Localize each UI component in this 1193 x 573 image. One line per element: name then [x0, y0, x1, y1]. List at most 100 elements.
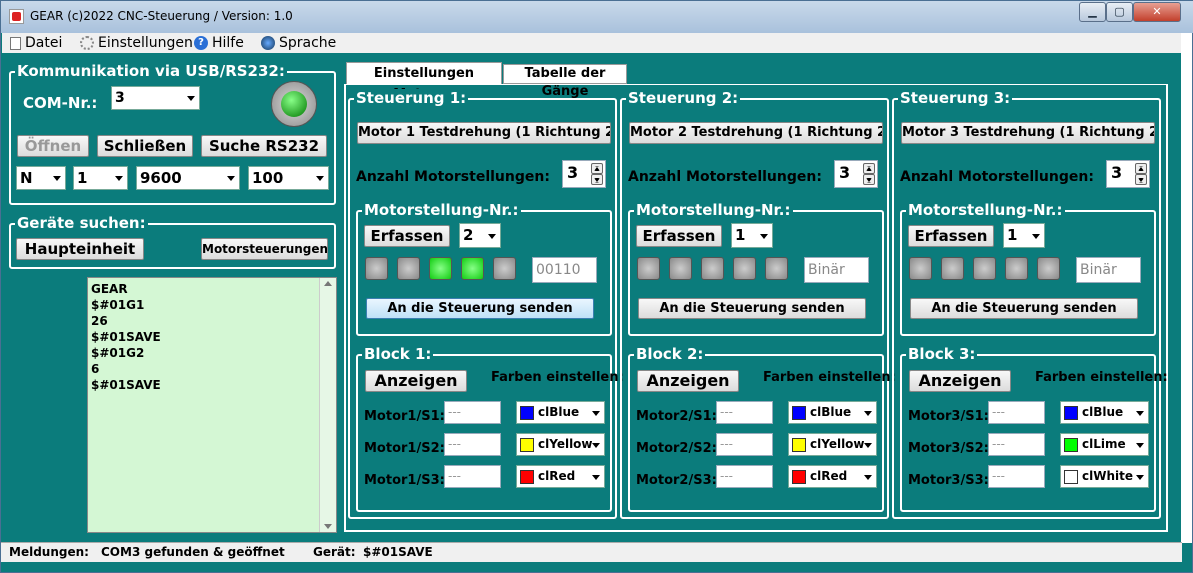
menu-einstellungen[interactable]: Einstellungen — [80, 35, 193, 51]
bit-led-4[interactable] — [461, 257, 484, 280]
anzeigen-button[interactable]: Anzeigen — [637, 370, 739, 392]
chevron-down-icon — [592, 474, 600, 480]
spin-down-icon[interactable] — [1135, 174, 1147, 185]
bit-led-3[interactable] — [973, 257, 996, 280]
spin-up-icon[interactable] — [863, 163, 875, 174]
motor-slot-input[interactable]: --- — [988, 401, 1045, 424]
parity-select[interactable]: N — [16, 166, 66, 190]
test-rotation-button[interactable]: Motor 2 Testdrehung (1 Richtung 2) — [629, 122, 883, 144]
color-select[interactable]: clRed — [788, 465, 877, 488]
binary-field[interactable]: 00110 — [532, 257, 597, 283]
spinner-arrows[interactable] — [591, 163, 603, 185]
motor-slot-input[interactable]: --- — [444, 465, 501, 488]
motor-slot-input[interactable]: --- — [716, 401, 773, 424]
comm-title: Kommunikation via USB/RS232: — [15, 62, 287, 80]
status-meld-value: COM3 gefunden & geöffnet — [101, 545, 285, 559]
bit-led-5[interactable] — [493, 257, 516, 280]
motor-slot-input[interactable]: --- — [716, 465, 773, 488]
com-select[interactable]: 3 — [111, 86, 200, 110]
memo-line: 6 — [91, 362, 100, 376]
bit-led-5[interactable] — [765, 257, 788, 280]
anzeigen-button[interactable]: Anzeigen — [365, 370, 467, 392]
spinner-arrows[interactable] — [1135, 163, 1147, 185]
tab-tabelle-gaenge[interactable]: Tabelle der Gänge — [503, 64, 627, 99]
close-port-button[interactable]: Schließen — [97, 135, 193, 157]
color-select[interactable]: clWhite — [1060, 465, 1149, 488]
baud-select[interactable]: 9600 — [136, 166, 240, 190]
bit-led-2[interactable] — [669, 257, 692, 280]
motor-slot-input[interactable]: --- — [444, 401, 501, 424]
color-select[interactable]: clBlue — [788, 401, 877, 424]
maximize-button[interactable]: ▢ — [1106, 2, 1133, 22]
chevron-down-icon — [316, 176, 324, 181]
spinner-value: 3 — [567, 163, 579, 182]
memo-line: $#01SAVE — [91, 330, 161, 344]
color-select[interactable]: clYellow — [516, 433, 605, 456]
spin-up-icon[interactable] — [591, 163, 603, 174]
anzahl-spinner[interactable]: 3 — [1106, 160, 1150, 188]
open-button[interactable]: Öffnen — [17, 135, 89, 157]
close-button[interactable]: ✕ — [1133, 2, 1181, 22]
bit-led-3[interactable] — [701, 257, 724, 280]
stopbits-select[interactable]: 1 — [73, 166, 128, 190]
memo-line: $#01SAVE — [91, 378, 161, 392]
stellung-select[interactable]: 1 — [1003, 223, 1045, 248]
spin-up-icon[interactable] — [1135, 163, 1147, 174]
stellung-select[interactable]: 2 — [459, 223, 501, 248]
color-select[interactable]: clYellow — [788, 433, 877, 456]
tab-einstellungen-motoren[interactable]: Einstellungen Motoren — [346, 62, 502, 102]
send-button[interactable]: An die Steuerung senden — [366, 298, 594, 319]
memo-scrollbar[interactable] — [319, 278, 336, 532]
erfassen-button[interactable]: Erfassen — [908, 225, 994, 247]
color-select[interactable]: clBlue — [1060, 401, 1149, 424]
globe-icon — [261, 36, 275, 50]
binary-field[interactable]: Binär — [1076, 257, 1141, 283]
memo-line: $#01G2 — [91, 346, 145, 360]
motor-slot-input[interactable]: --- — [444, 433, 501, 456]
color-select[interactable]: clRed — [516, 465, 605, 488]
bit-led-3[interactable] — [429, 257, 452, 280]
bit-led-1[interactable] — [909, 257, 932, 280]
spin-down-icon[interactable] — [591, 174, 603, 185]
send-button[interactable]: An die Steuerung senden — [910, 298, 1138, 319]
timeout-select[interactable]: 100 — [248, 166, 329, 190]
spin-down-icon[interactable] — [863, 174, 875, 185]
minimize-button[interactable]: ▁ — [1079, 2, 1106, 22]
test-rotation-button[interactable]: Motor 1 Testdrehung (1 Richtung 2) — [357, 122, 611, 144]
color-select[interactable]: clLime — [1060, 433, 1149, 456]
gear-icon — [80, 36, 94, 50]
bit-led-2[interactable] — [941, 257, 964, 280]
bit-led-4[interactable] — [733, 257, 756, 280]
bit-led-5[interactable] — [1037, 257, 1060, 280]
erfassen-button[interactable]: Erfassen — [636, 225, 722, 247]
scroll-up-icon[interactable] — [324, 281, 332, 286]
motorstellung-title: Motorstellung-Nr.: — [906, 201, 1065, 219]
menu-sprache[interactable]: Sprache — [261, 35, 336, 51]
stellung-select[interactable]: 1 — [731, 223, 773, 248]
motor-controls-button[interactable]: Motorsteuerungen — [201, 238, 328, 260]
anzahl-spinner[interactable]: 3 — [562, 160, 606, 188]
bit-led-4[interactable] — [1005, 257, 1028, 280]
bit-led-1[interactable] — [365, 257, 388, 280]
anzahl-spinner[interactable]: 3 — [834, 160, 878, 188]
motor-slot-input[interactable]: --- — [988, 433, 1045, 456]
log-memo[interactable]: GEAR $#01G1 26 $#01SAVE $#01G2 6 $#01SAVE — [87, 277, 337, 533]
spinner-arrows[interactable] — [863, 163, 875, 185]
bit-led-1[interactable] — [637, 257, 660, 280]
anzeigen-button[interactable]: Anzeigen — [909, 370, 1011, 392]
send-button[interactable]: An die Steuerung senden — [638, 298, 866, 319]
motor-slot-input[interactable]: --- — [716, 433, 773, 456]
color-select[interactable]: clBlue — [516, 401, 605, 424]
menu-datei[interactable]: Datei — [10, 35, 62, 51]
scroll-down-icon[interactable] — [324, 524, 332, 529]
test-rotation-button[interactable]: Motor 3 Testdrehung (1 Richtung 2) — [901, 122, 1155, 144]
motor-slot-input[interactable]: --- — [988, 465, 1045, 488]
search-rs232-button[interactable]: Suche RS232 — [201, 135, 327, 157]
menu-hilfe[interactable]: ? Hilfe — [194, 35, 244, 51]
erfassen-button[interactable]: Erfassen — [364, 225, 450, 247]
bit-led-2[interactable] — [397, 257, 420, 280]
main-unit-button[interactable]: Haupteinheit — [16, 238, 144, 260]
block-title: Block 1: — [362, 345, 434, 363]
binary-field[interactable]: Binär — [804, 257, 869, 283]
menu-bar: Datei Einstellungen ? Hilfe Sprache — [2, 33, 1183, 53]
